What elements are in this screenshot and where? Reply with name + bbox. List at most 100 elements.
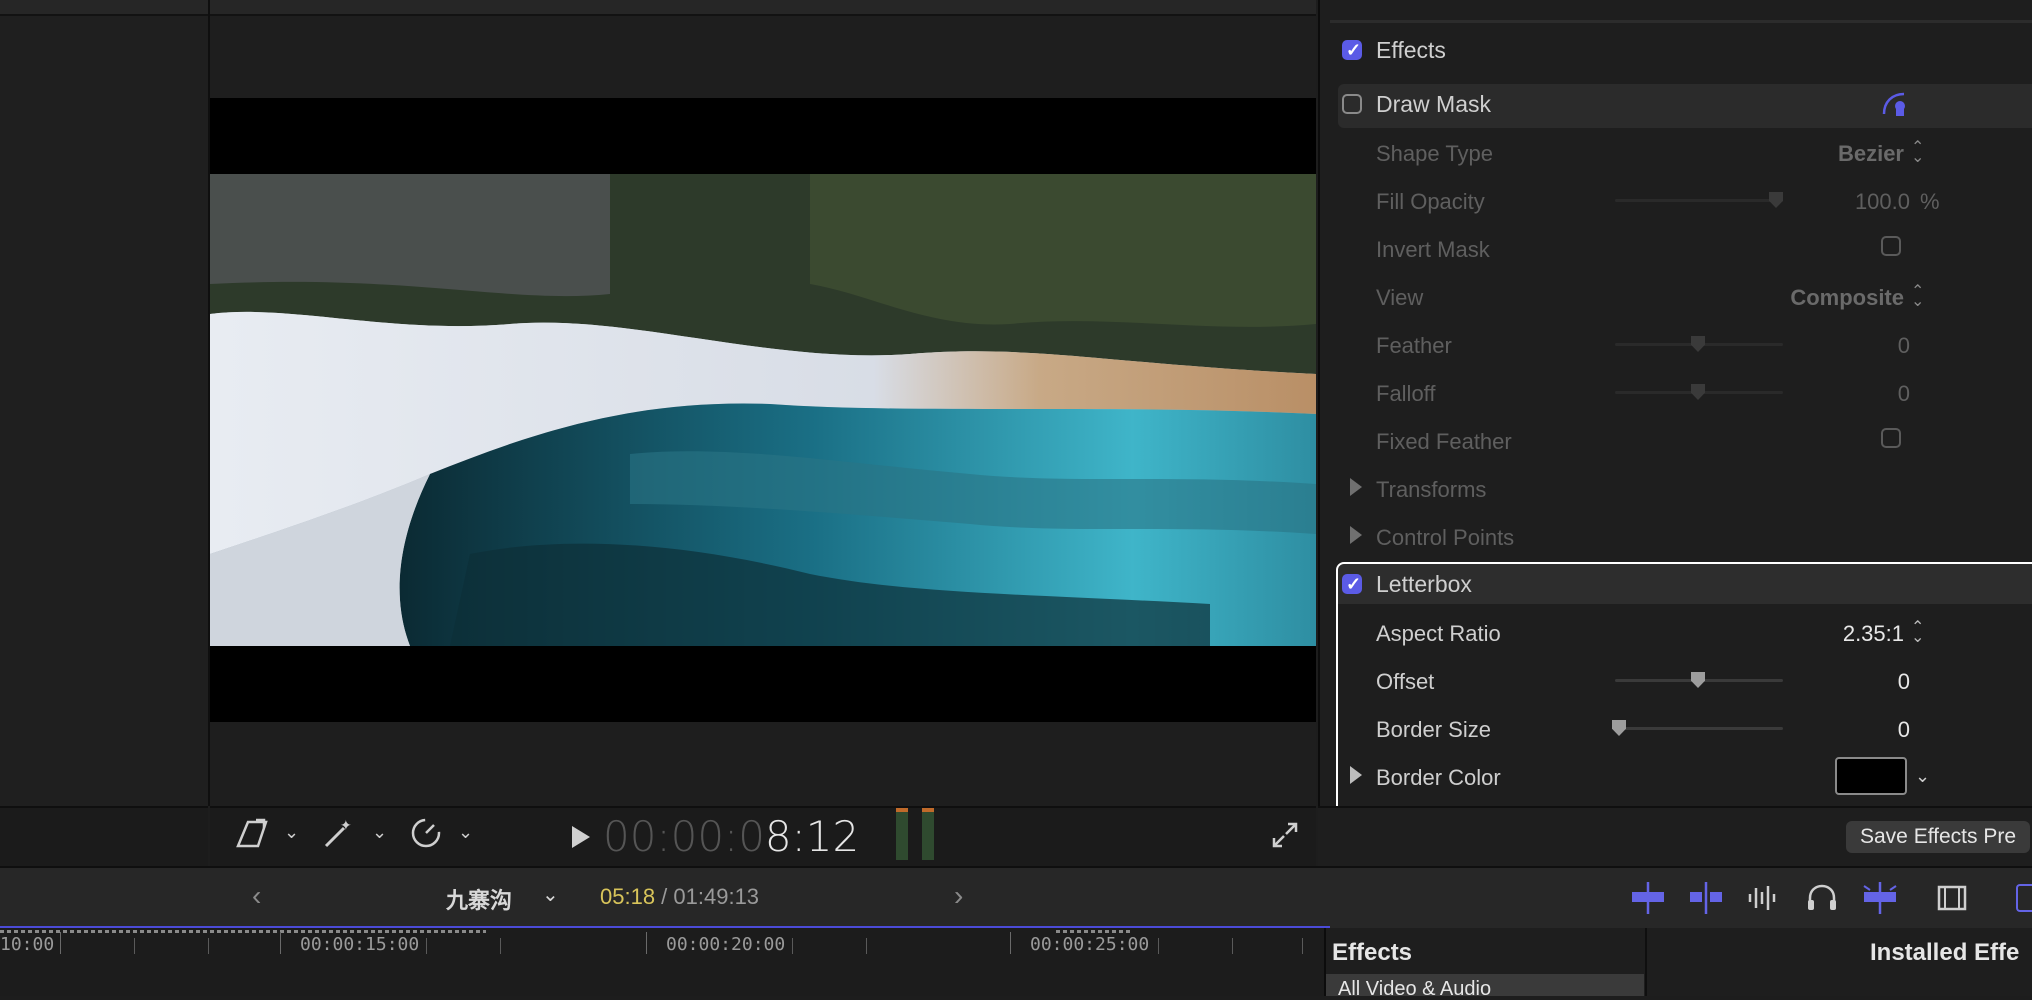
fixed-feather-checkbox[interactable] (1881, 428, 1901, 448)
ruler-tick (280, 932, 281, 954)
letterbox-label: Letterbox (1376, 571, 1472, 597)
transforms-group-label[interactable]: Transforms (1376, 477, 1486, 503)
ruler-tick (792, 938, 793, 954)
timecode-display[interactable]: 00:00:08:12 (603, 812, 859, 861)
border-color-label: Border Color (1376, 765, 1501, 790)
transform-tool-icon[interactable] (234, 816, 272, 855)
inspector-divider (1330, 20, 2032, 23)
control-points-group-label[interactable]: Control Points (1376, 525, 1514, 551)
library-sidebar (0, 0, 210, 806)
save-effects-preset-button[interactable]: Save Effects Pre (1846, 821, 2031, 853)
ruler-label: 10:00 (0, 934, 55, 955)
fill-opacity-value[interactable]: 100.0 (1820, 189, 1910, 215)
border-size-value[interactable]: 0 (1820, 717, 1910, 743)
audio-skimming-icon[interactable] (1744, 882, 1784, 919)
project-name[interactable]: 九寨沟 (446, 883, 512, 915)
browser-toggle-icon[interactable] (2016, 884, 2032, 912)
ruler-tick (134, 938, 135, 954)
aspect-ratio-label: Aspect Ratio (1376, 621, 1501, 646)
effects-browser-title: Effects (1332, 939, 1413, 966)
timeline-header (0, 866, 2032, 930)
disclosure-triangle-icon[interactable] (1350, 526, 1362, 544)
disclosure-triangle-icon[interactable] (1350, 766, 1362, 784)
ruler-tick (1302, 938, 1303, 954)
back-arrow-icon[interactable]: ‹ (252, 880, 261, 912)
category-label: All Video & Audio (1338, 978, 1492, 1000)
enhance-wand-icon[interactable]: ✦ (320, 816, 358, 855)
ruler-tick (500, 938, 501, 954)
offset-label: Offset (1376, 669, 1435, 694)
film-strip-icon[interactable] (1936, 884, 1968, 917)
falloff-value[interactable]: 0 (1820, 381, 1910, 407)
border-size-label: Border Size (1376, 717, 1491, 742)
chevron-updown-icon: ⌃ ⌄ (1911, 619, 1925, 646)
aspect-ratio-popup[interactable]: 2.35:1 (1800, 621, 1904, 647)
ruler-tick (60, 932, 61, 954)
ruler-range-marker (1056, 930, 1130, 933)
timeline-ruler[interactable]: 10:00 00:00:15:00 00:00:20:00 00:00:25:0… (0, 928, 1324, 996)
ruler-tick (1232, 938, 1233, 954)
svg-text:✦: ✦ (340, 818, 352, 834)
ruler-tick (866, 938, 867, 954)
draw-mask-label: Draw Mask (1376, 91, 1492, 117)
view-popup[interactable]: Composite (1720, 285, 1904, 311)
fullscreen-icon[interactable] (1270, 820, 1300, 855)
offset-value[interactable]: 0 (1820, 669, 1910, 695)
forward-arrow-icon[interactable]: › (954, 880, 963, 912)
chevron-updown-icon: ⌃ ⌄ (1911, 283, 1925, 310)
category-all-video-audio[interactable]: All Video & Audio (1326, 974, 1644, 1000)
audio-meter-right (922, 808, 934, 860)
shape-type-popup[interactable]: Bezier (1770, 141, 1904, 167)
shape-type-label: Shape Type (1376, 141, 1494, 166)
ruler-label: 00:00:25:00 (1030, 934, 1150, 955)
installed-effects-popup[interactable]: Installed Effe (1870, 939, 2019, 967)
effects-browser-divider (1645, 928, 1647, 996)
fill-opacity-label: Fill Opacity (1376, 189, 1485, 214)
feather-value[interactable]: 0 (1820, 333, 1910, 359)
ruler-tick (208, 938, 209, 954)
view-label: View (1376, 285, 1424, 310)
headphones-icon[interactable] (1804, 882, 1840, 919)
solo-clip-icon[interactable] (1860, 882, 1900, 919)
chevron-down-icon[interactable]: ⌄ (542, 882, 559, 907)
chevron-updown-icon: ⌃ ⌄ (1911, 139, 1925, 166)
audio-meter-right-peak (922, 808, 934, 812)
invert-mask-label: Invert Mask (1376, 237, 1490, 262)
ruler-range-marker (0, 930, 486, 933)
video-preview-image (210, 174, 1316, 646)
play-icon[interactable] (572, 826, 590, 848)
mask-tool-icon[interactable] (1880, 90, 1908, 123)
library-sidebar-header (0, 0, 208, 16)
snapping-icon[interactable] (1686, 882, 1726, 919)
audio-meter-left (896, 808, 908, 860)
audio-meter-left-peak (896, 808, 908, 812)
border-size-slider[interactable] (1615, 727, 1783, 730)
timeline-duration: 05:18 / 01:49:13 (600, 884, 760, 909)
invert-mask-checkbox[interactable] (1881, 236, 1901, 256)
chevron-down-icon[interactable]: ⌄ (284, 822, 299, 843)
clip-connect-icon[interactable] (1628, 882, 1668, 919)
effects-section-label: Effects (1376, 37, 1446, 63)
fill-opacity-slider[interactable] (1615, 199, 1783, 202)
chevron-down-icon[interactable]: ⌄ (1915, 766, 1930, 787)
letterbox-checkbox[interactable] (1342, 574, 1362, 595)
effects-checkbox[interactable] (1342, 40, 1362, 61)
border-color-swatch[interactable] (1835, 757, 1907, 795)
falloff-label: Falloff (1376, 381, 1436, 406)
draw-mask-checkbox[interactable] (1342, 94, 1362, 114)
ruler-label: 00:00:20:00 (666, 934, 786, 955)
ruler-tick (1010, 932, 1011, 954)
retime-speed-icon[interactable] (408, 816, 446, 855)
chevron-down-icon[interactable]: ⌄ (372, 822, 387, 843)
ruler-label: 00:00:15:00 (300, 934, 420, 955)
ruler-tick (1158, 938, 1159, 954)
viewer-header (210, 0, 1316, 16)
chevron-down-icon[interactable]: ⌄ (458, 822, 473, 843)
fill-opacity-unit: % (1920, 189, 1940, 214)
feather-label: Feather (1376, 333, 1452, 358)
ruler-tick (646, 932, 647, 954)
ruler-tick (426, 938, 427, 954)
browser-controls (0, 806, 208, 866)
fixed-feather-label: Fixed Feather (1376, 429, 1512, 454)
disclosure-triangle-icon[interactable] (1350, 478, 1362, 496)
